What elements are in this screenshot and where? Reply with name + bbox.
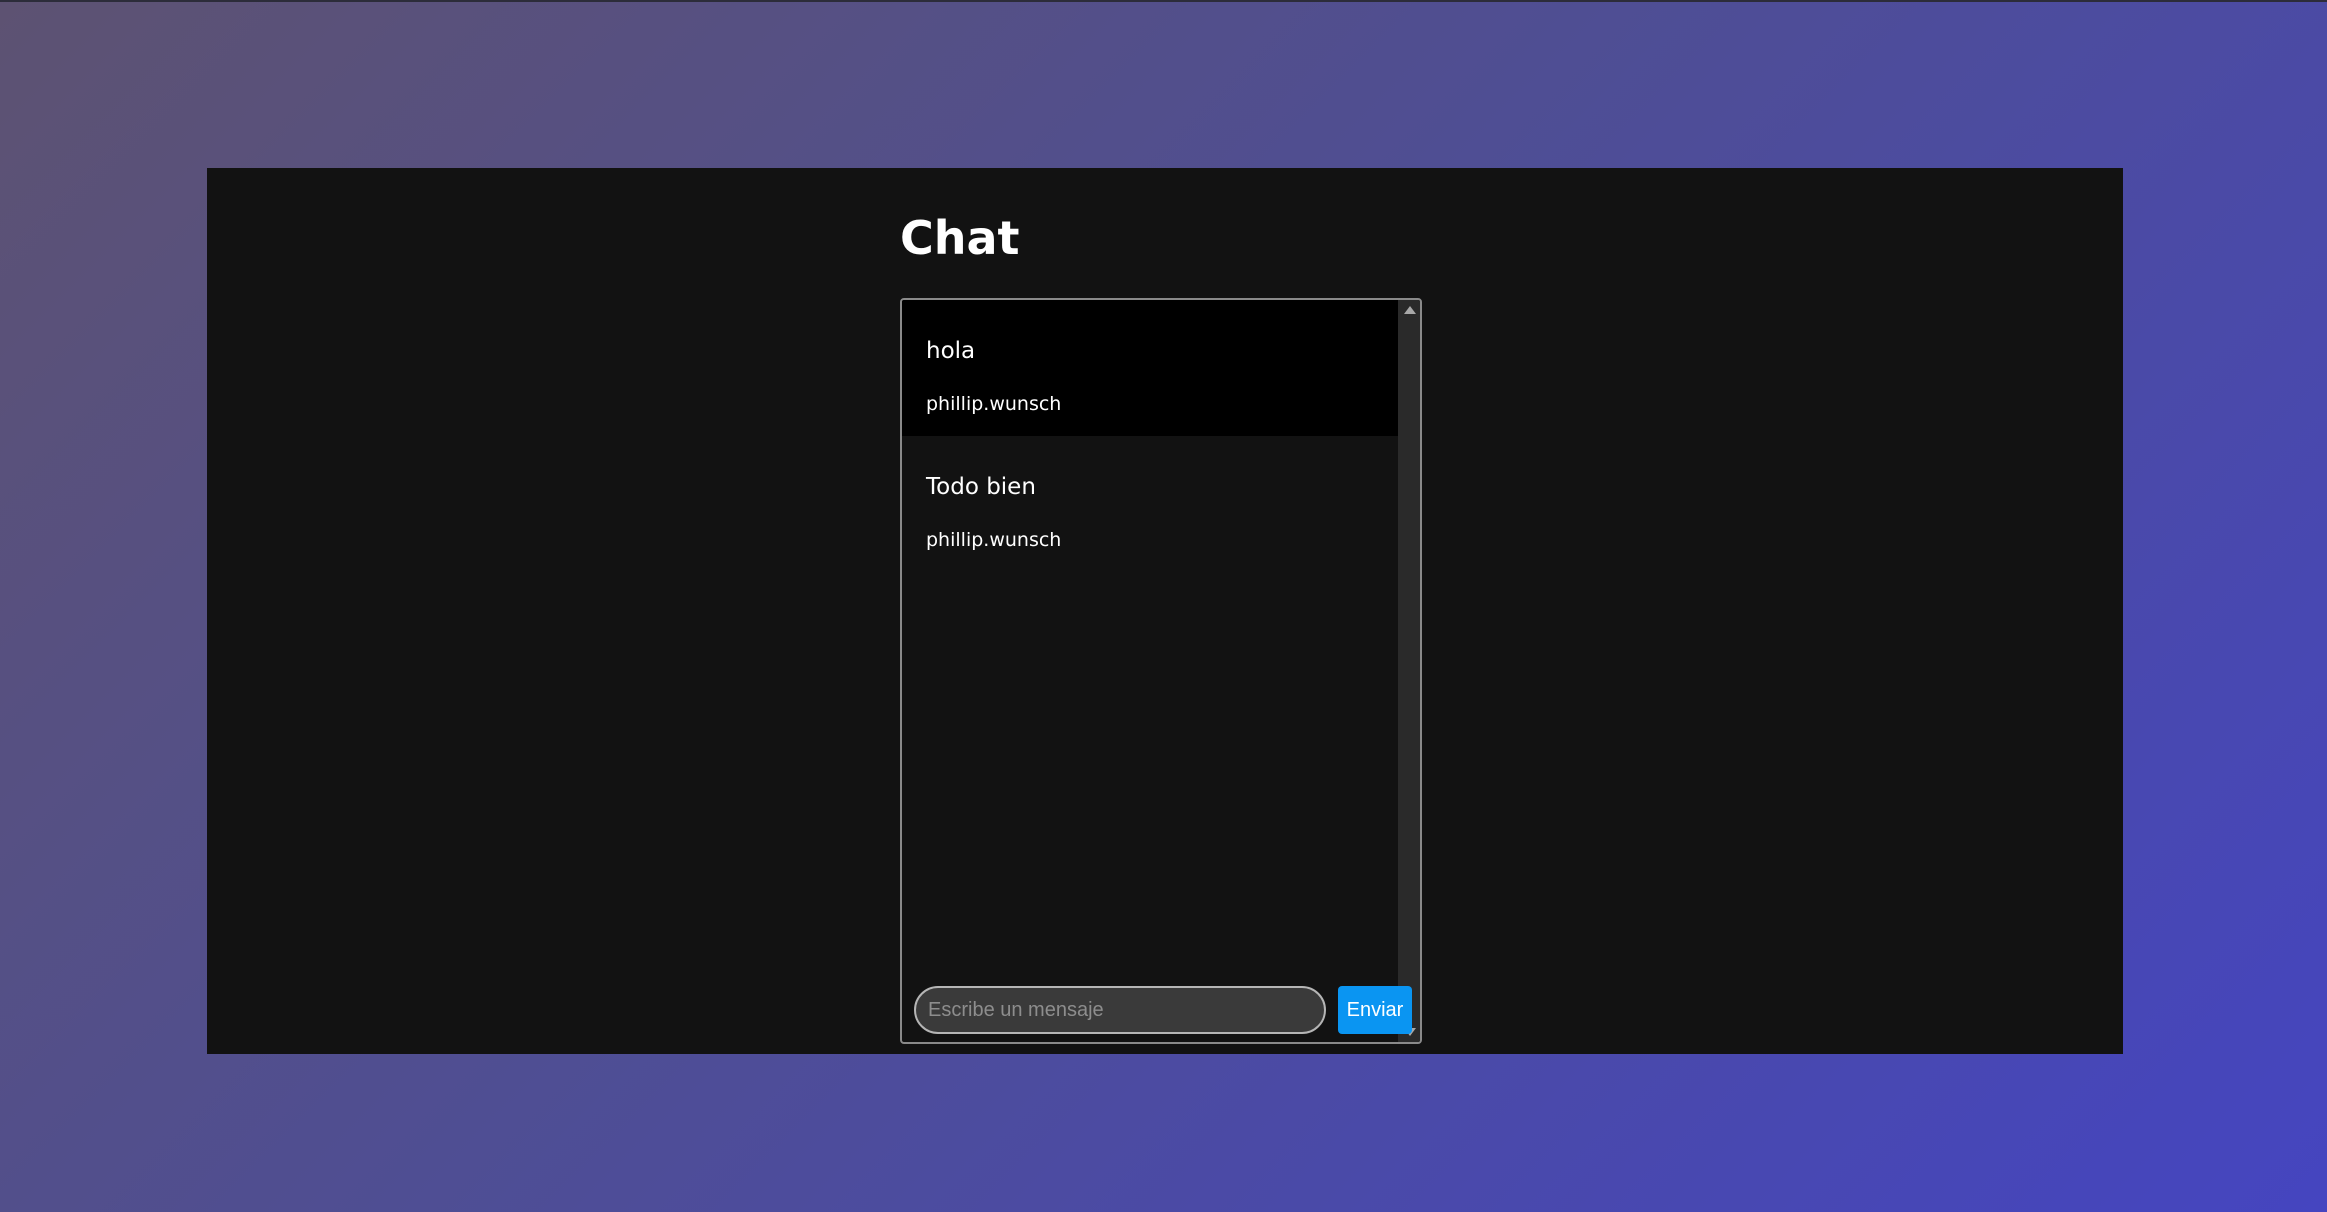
message-item: Todo bien phillip.wunsch xyxy=(902,436,1400,572)
chat-container: hola phillip.wunsch Todo bien phillip.wu… xyxy=(900,298,1422,1044)
chat-scrollbar[interactable] xyxy=(1398,300,1420,1042)
message-item: hola phillip.wunsch xyxy=(902,300,1400,436)
message-input[interactable] xyxy=(914,986,1326,1034)
message-author: phillip.wunsch xyxy=(926,393,1062,415)
app-panel: Chat hola phillip.wunsch Todo bien phill… xyxy=(207,168,2123,1054)
message-composer: Enviar xyxy=(914,986,1412,1036)
message-text: hola xyxy=(926,338,976,364)
message-author: phillip.wunsch xyxy=(926,529,1062,551)
message-text: Todo bien xyxy=(926,474,1036,500)
scroll-up-icon[interactable] xyxy=(1404,306,1416,314)
message-list[interactable]: hola phillip.wunsch Todo bien phillip.wu… xyxy=(902,300,1400,1042)
page-title: Chat xyxy=(900,211,1020,265)
window-top-edge xyxy=(0,0,2327,2)
send-button[interactable]: Enviar xyxy=(1338,986,1412,1034)
